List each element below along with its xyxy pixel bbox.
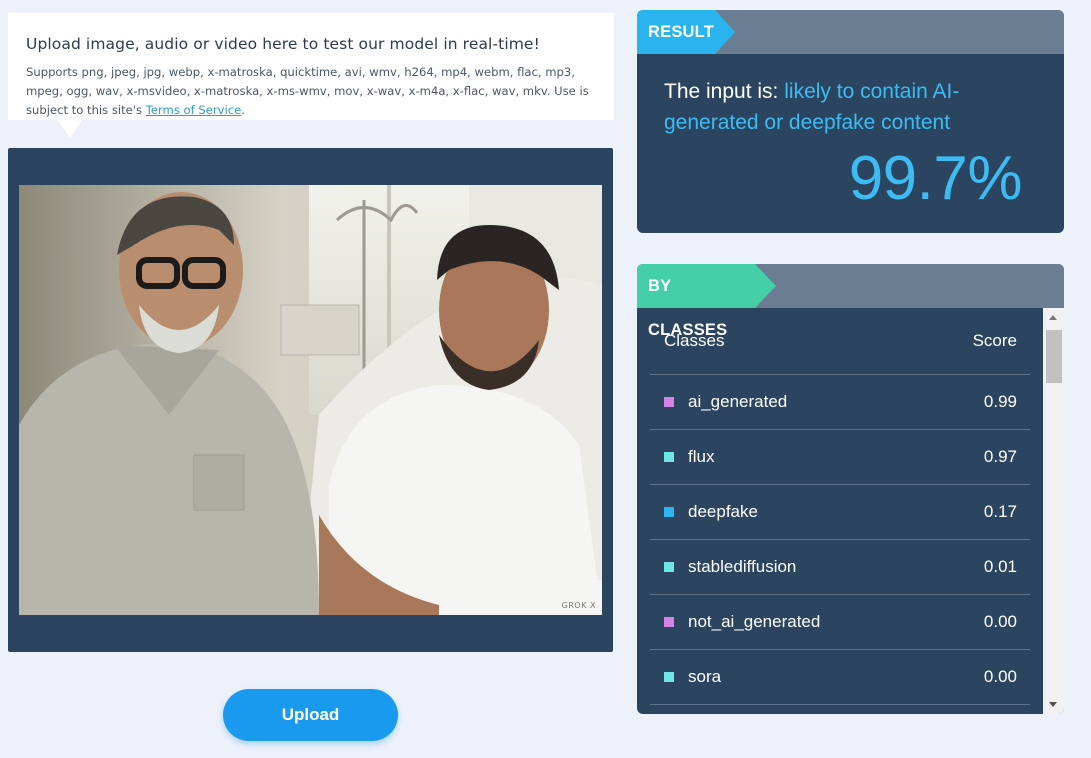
class-color-swatch <box>664 562 674 572</box>
confidence-percent: 99.7% <box>848 144 1023 213</box>
column-header-score: Score <box>972 331 1017 350</box>
info-box-pointer <box>58 120 82 138</box>
upload-button[interactable]: Upload <box>223 689 398 741</box>
classes-scrollbar[interactable] <box>1043 308 1064 714</box>
class-name: not_ai_generated <box>688 612 821 631</box>
classes-table[interactable]: Classes Score ai_generated 0.99 flux 0.9… <box>650 308 1030 714</box>
column-header-classes: Classes <box>664 331 725 350</box>
class-name: sora <box>688 667 722 686</box>
supported-formats-text: Supports png, jpeg, jpg, webp, x-matrosk… <box>26 63 596 120</box>
class-score: 0.97 <box>983 447 1017 466</box>
media-preview-panel[interactable]: GROK X <box>8 148 613 652</box>
table-row: flux 0.97 <box>650 430 1030 485</box>
terms-of-service-link[interactable]: Terms of Service <box>146 103 242 117</box>
upload-title: Upload image, audio or video here to tes… <box>26 35 540 53</box>
table-row: sora 0.00 <box>650 650 1030 705</box>
class-color-swatch <box>664 507 674 517</box>
class-color-swatch <box>664 397 674 407</box>
class-name: deepfake <box>688 502 758 521</box>
class-score: 0.01 <box>983 557 1017 576</box>
class-color-swatch <box>664 452 674 462</box>
class-color-swatch <box>664 617 674 627</box>
class-name: ai_generated <box>688 392 788 411</box>
result-card: RESULT The input is: likely to contain A… <box>637 10 1064 233</box>
class-score: 0.00 <box>983 612 1017 631</box>
class-color-swatch <box>664 672 674 682</box>
class-score: 0.99 <box>983 392 1017 411</box>
terms-suffix: . <box>241 103 245 117</box>
result-header: RESULT <box>637 10 1064 54</box>
classes-card: BY CLASSES Classes Score ai_generated 0.… <box>637 264 1064 714</box>
class-score: 0.00 <box>983 667 1017 686</box>
classes-tag: BY CLASSES <box>637 264 776 339</box>
verdict-text: The input is: likely to contain AI-gener… <box>664 76 1024 138</box>
table-row: deepfake 0.17 <box>650 485 1030 540</box>
table-row: ai_generated 0.99 <box>650 375 1030 430</box>
uploaded-image-preview: GROK X <box>19 185 602 615</box>
verdict-prefix: The input is: <box>664 80 785 103</box>
table-row: not_ai_generated 0.00 <box>650 595 1030 650</box>
scroll-up-arrow-icon[interactable] <box>1049 315 1057 320</box>
class-name: stablediffusion <box>688 557 797 576</box>
scrollbar-thumb[interactable] <box>1046 330 1062 383</box>
result-tag: RESULT <box>637 10 735 54</box>
table-row: stablediffusion 0.01 <box>650 540 1030 595</box>
class-name: flux <box>688 447 715 466</box>
classes-header: BY CLASSES <box>637 264 1064 339</box>
classes-table-header: Classes Score <box>650 308 1030 375</box>
image-watermark: GROK X <box>561 601 596 610</box>
upload-info-box: Upload image, audio or video here to tes… <box>8 13 614 120</box>
scroll-down-arrow-icon[interactable] <box>1049 702 1057 707</box>
class-score: 0.17 <box>983 502 1017 521</box>
supported-formats-list: Supports png, jpeg, jpg, webp, x-matrosk… <box>26 65 589 117</box>
